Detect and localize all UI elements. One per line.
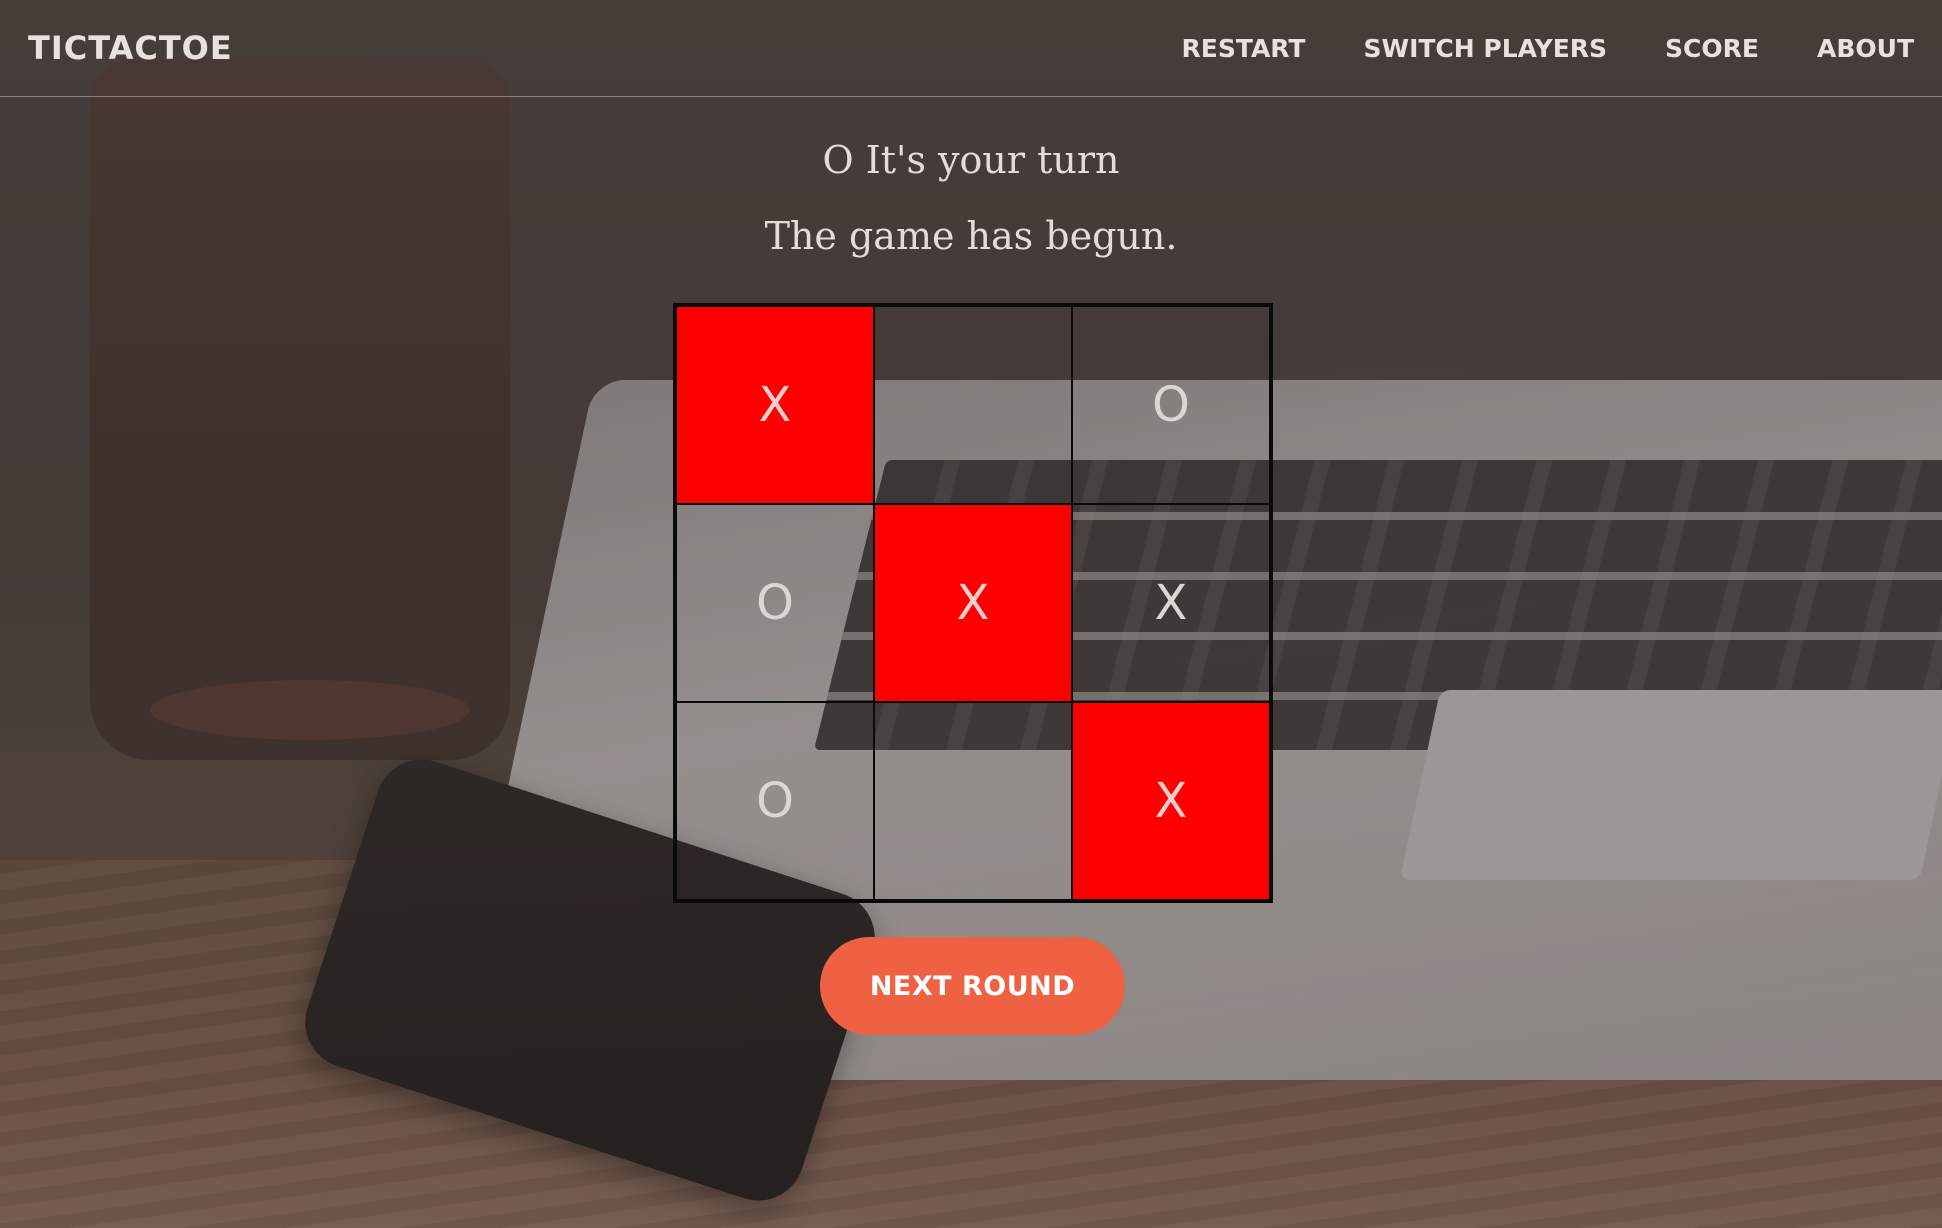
nav-score[interactable]: SCORE (1665, 34, 1759, 63)
nav-about[interactable]: ABOUT (1817, 34, 1914, 63)
nav-links: RESTART SWITCH PLAYERS SCORE ABOUT (1182, 34, 1915, 63)
board-cell-1[interactable]: X (676, 306, 874, 504)
board-cell-7[interactable]: O (676, 702, 874, 900)
nav-restart[interactable]: RESTART (1182, 34, 1306, 63)
board-cell-9[interactable]: X (1072, 702, 1270, 900)
board-cell-6[interactable]: X (1072, 504, 1270, 702)
nav-switch-players[interactable]: SWITCH PLAYERS (1363, 34, 1607, 63)
navbar: TICTACTOE RESTART SWITCH PLAYERS SCORE A… (0, 0, 1942, 97)
next-round-button[interactable]: NEXT ROUND (820, 937, 1125, 1035)
brand-logo[interactable]: TICTACTOE (28, 29, 233, 67)
board-cell-4[interactable]: O (676, 504, 874, 702)
board-cell-2[interactable] (874, 306, 1072, 504)
board-cell-3[interactable]: O (1072, 306, 1270, 504)
turn-indicator: O It's your turn (822, 138, 1120, 182)
board-cell-5[interactable]: X (874, 504, 1072, 702)
board-cell-8[interactable] (874, 702, 1072, 900)
game-message: The game has begun. (764, 214, 1178, 258)
game-board: X O O X X O X (673, 303, 1273, 903)
